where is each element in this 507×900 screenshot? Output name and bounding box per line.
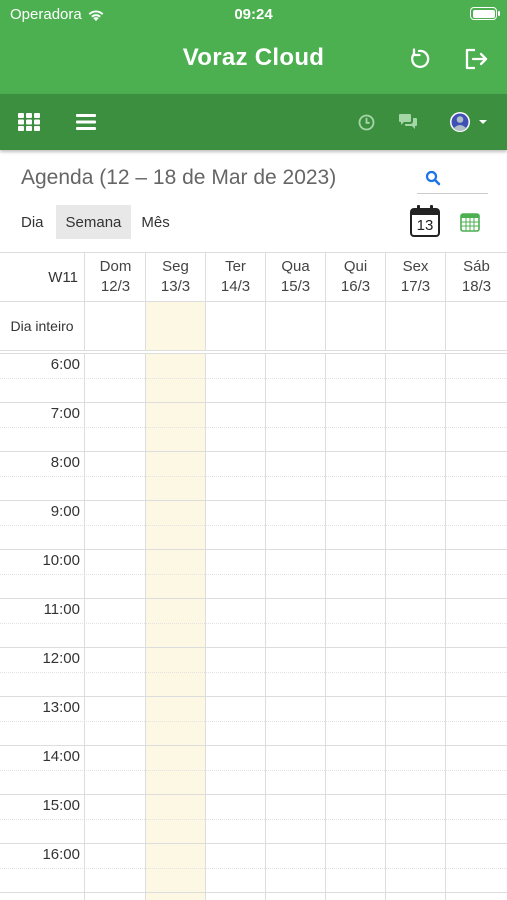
day-date: 13/3	[160, 278, 191, 295]
day-header-tue[interactable]: Ter 14/3	[206, 253, 266, 301]
clock-button[interactable]	[356, 107, 376, 137]
day-header-mon[interactable]: Seg 13/3	[146, 253, 206, 301]
hour-row: 8:00	[0, 452, 507, 501]
search-icon	[425, 170, 441, 186]
week-number: W11	[0, 253, 85, 301]
day-name: Qua	[281, 258, 310, 275]
all-day-slot-sun[interactable]	[86, 302, 146, 350]
view-day-button[interactable]: Dia	[21, 205, 56, 239]
day-header-fri[interactable]: Sex 17/3	[386, 253, 446, 301]
menu-button[interactable]	[75, 107, 97, 137]
day-header-sat[interactable]: Sáb 18/3	[446, 253, 507, 301]
all-day-slot-fri[interactable]	[386, 302, 446, 350]
day-date: 17/3	[400, 278, 431, 295]
hour-row: 10:00	[0, 550, 507, 599]
day-name: Seg	[162, 258, 189, 275]
week-calendar: W11 Dom 12/3 Seg 13/3 Ter 14/3 Qua 15/3 …	[0, 252, 507, 900]
all-day-row: Dia inteiro	[0, 302, 507, 351]
hour-row: 14:00	[0, 746, 507, 795]
day-name: Dom	[99, 258, 132, 275]
day-name: Sex	[402, 258, 429, 275]
day-date: 16/3	[340, 278, 371, 295]
calendar-icon	[460, 213, 480, 232]
day-date: 12/3	[100, 278, 131, 295]
day-name: Sáb	[463, 258, 490, 275]
hour-label: 10:00	[42, 552, 80, 569]
agenda-title: Agenda (12 – 18 de Mar de 2023)	[21, 166, 337, 189]
hour-row: 12:00	[0, 648, 507, 697]
hour-label: 8:00	[50, 454, 80, 471]
refresh-button[interactable]	[404, 44, 434, 74]
hour-label: 6:00	[50, 356, 80, 373]
logout-button[interactable]	[462, 44, 492, 74]
day-header-thu[interactable]: Qui 16/3	[326, 253, 386, 301]
all-day-slot-wed[interactable]	[266, 302, 326, 350]
battery-icon	[470, 7, 500, 20]
hour-row: 11:00	[0, 599, 507, 648]
view-switcher: Dia Semana Mês	[21, 205, 180, 239]
toolbar	[0, 94, 507, 150]
hour-label: 9:00	[50, 503, 80, 520]
apps-button[interactable]	[16, 107, 42, 137]
user-menu-button[interactable]	[448, 107, 490, 137]
status-time: 09:24	[234, 6, 273, 23]
refresh-icon	[411, 48, 430, 68]
today-day-number: 13	[416, 217, 434, 234]
hour-label: 14:00	[42, 748, 80, 765]
day-name: Ter	[225, 258, 246, 275]
search-field[interactable]	[417, 163, 488, 194]
clock-icon	[358, 114, 374, 130]
view-week-button[interactable]: Semana	[55, 205, 132, 239]
hour-label: 12:00	[42, 650, 80, 667]
day-date: 18/3	[461, 278, 492, 295]
hour-row: 6:00	[0, 354, 507, 403]
day-date: 14/3	[220, 278, 251, 295]
hour-row: 7:00	[0, 403, 507, 452]
today-button[interactable]: 13	[409, 204, 441, 238]
user-avatar-icon	[450, 112, 487, 132]
hour-row: 15:00	[0, 795, 507, 844]
chat-button[interactable]	[396, 107, 420, 137]
app-header: Operadora 09:24 Voraz Cloud	[0, 0, 507, 94]
grid-icon	[18, 113, 40, 131]
date-picker-button[interactable]	[459, 211, 481, 233]
logout-icon	[465, 48, 488, 70]
status-bar: Operadora 09:24	[0, 0, 507, 28]
hour-label: 15:00	[42, 797, 80, 814]
chat-icon	[399, 114, 417, 129]
hour-label: 11:00	[43, 601, 80, 618]
day-name: Qui	[343, 258, 368, 275]
day-header-wed[interactable]: Qua 15/3	[266, 253, 326, 301]
all-day-slot-mon[interactable]	[146, 302, 206, 350]
day-header-sun[interactable]: Dom 12/3	[86, 253, 146, 301]
hour-row: 9:00	[0, 501, 507, 550]
hamburger-icon	[76, 114, 96, 130]
hour-label: 13:00	[42, 699, 80, 716]
day-header-row: W11 Dom 12/3 Seg 13/3 Ter 14/3 Qua 15/3 …	[0, 253, 507, 302]
all-day-label: Dia inteiro	[0, 302, 85, 350]
time-grid: 6:00 7:00 8:00 9:00 10:00 11:00 12:00 13…	[0, 354, 507, 900]
view-month-button[interactable]: Mês	[131, 205, 179, 239]
all-day-slot-tue[interactable]	[206, 302, 266, 350]
hour-row: 13:00	[0, 697, 507, 746]
hour-label: 7:00	[50, 405, 80, 422]
day-date: 15/3	[280, 278, 311, 295]
all-day-slot-sat[interactable]	[446, 302, 506, 350]
hour-label: 16:00	[42, 846, 80, 863]
hour-row: 16:00	[0, 844, 507, 893]
all-day-slot-thu[interactable]	[326, 302, 386, 350]
